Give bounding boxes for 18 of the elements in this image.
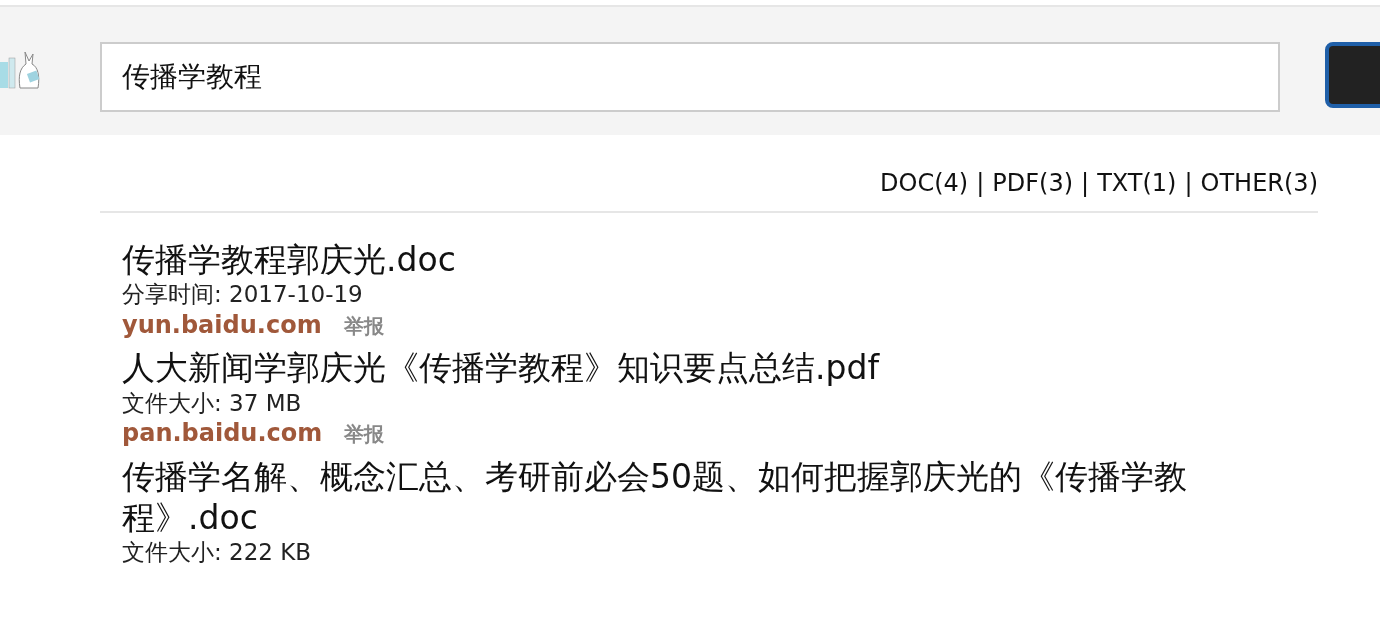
report-link[interactable]: 举报: [344, 419, 385, 450]
separator: |: [1184, 168, 1193, 199]
separator: |: [976, 168, 985, 199]
filter-link[interactable]: OTHER(3): [1200, 165, 1318, 201]
result-title[interactable]: 传播学名解、概念汇总、考研前必会50题、如何把握郭庆光的《传播学教程》.doc: [122, 455, 1290, 539]
filter-link[interactable]: TXT(1): [1097, 165, 1177, 201]
result-meta: 分享时间: 2017-10-19: [122, 280, 364, 310]
result-title[interactable]: 人大新闻学郭庆光《传播学教程》知识要点总结.pdf: [122, 347, 1290, 389]
result-title[interactable]: 传播学教程郭庆光.doc: [122, 239, 1290, 281]
source-domain: yun.baidu.com: [122, 310, 322, 342]
separator: |: [1081, 168, 1090, 199]
report-link[interactable]: 举报: [343, 311, 384, 342]
search-field[interactable]: 传播学教程: [100, 42, 1280, 112]
filter-link[interactable]: DOC(4): [880, 165, 969, 201]
filter-link[interactable]: PDF(3): [992, 165, 1074, 201]
result-meta: 文件大小: 222 KB: [122, 538, 313, 568]
result-meta: 文件大小: 37 MB: [122, 388, 303, 418]
source-domain: pan.baidu.com: [122, 418, 323, 450]
